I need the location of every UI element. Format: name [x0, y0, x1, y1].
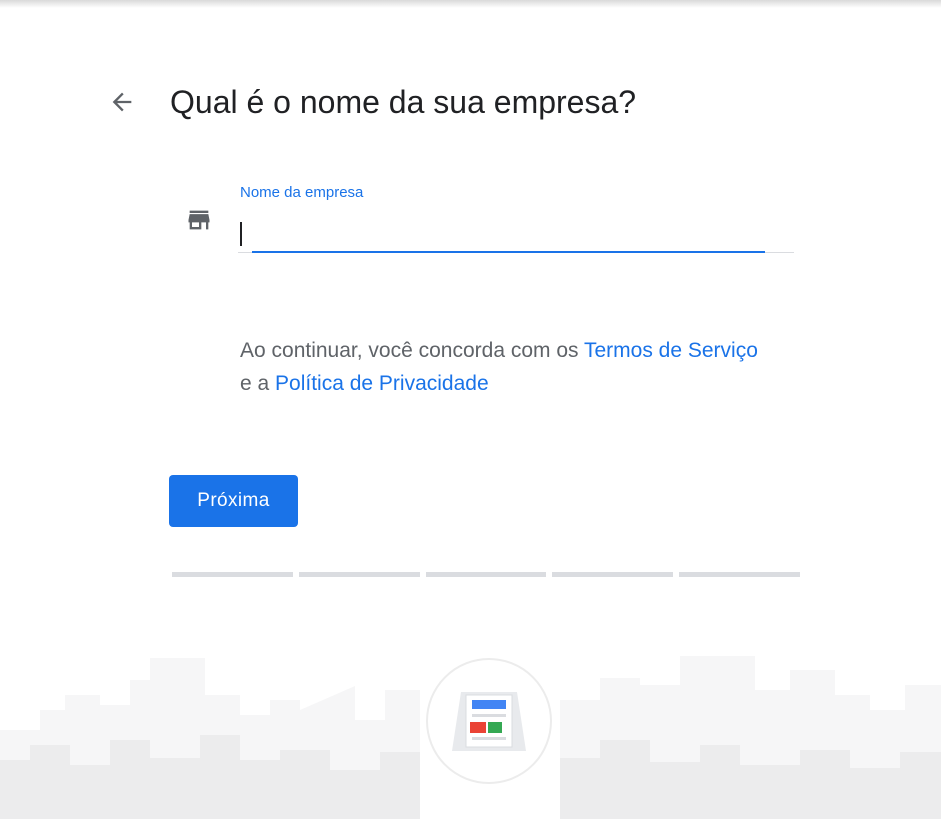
terms-notice: Ao continuar, você concorda com os Termo… — [240, 334, 760, 400]
privacy-policy-link[interactable]: Política de Privacidade — [275, 372, 489, 395]
city-skyline-illustration — [0, 656, 941, 819]
progress-segment — [552, 572, 674, 577]
page-title: Qual é o nome da sua empresa? — [170, 84, 637, 120]
storefront-sign-icon — [452, 692, 526, 751]
business-name-input[interactable] — [238, 216, 765, 250]
progress-segment — [298, 572, 420, 577]
back-button[interactable] — [104, 84, 140, 120]
arrow-back-icon — [112, 92, 132, 112]
progress-segment — [679, 572, 800, 577]
progress-segment — [425, 572, 547, 577]
progress-bar — [172, 572, 800, 578]
terms-of-service-link[interactable]: Termos de Serviço — [584, 339, 758, 362]
top-shadow — [0, 0, 941, 8]
input-focus-underline — [252, 251, 765, 253]
store-icon — [188, 210, 210, 230]
progress-segment — [172, 572, 293, 577]
terms-middle: e a — [240, 372, 276, 395]
next-button[interactable]: Próxima — [169, 475, 298, 527]
terms-prefix: Ao continuar, você concorda com os — [240, 339, 584, 362]
business-name-label: Nome da empresa — [240, 184, 364, 201]
text-cursor — [240, 222, 242, 246]
